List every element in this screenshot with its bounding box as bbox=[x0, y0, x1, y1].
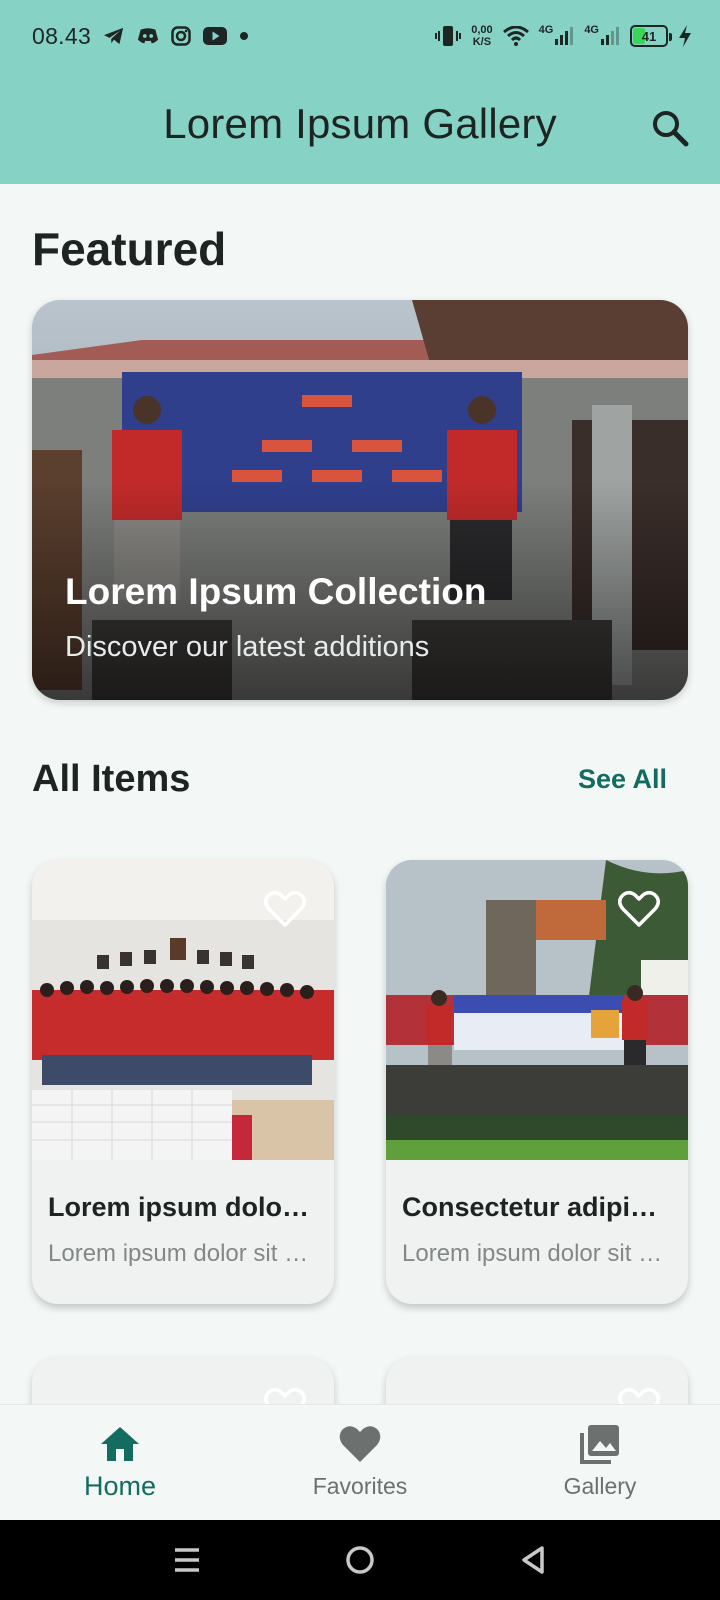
item-title: Consectetur adipiscing elit bbox=[402, 1192, 672, 1222]
nav-label-favorites: Favorites bbox=[312, 1473, 408, 1499]
wifi-icon bbox=[502, 26, 529, 46]
net-speed-unit: K/S bbox=[472, 36, 492, 48]
status-bar: 08.43 0,00 K/S 4G 4G 41 bbox=[0, 0, 720, 72]
youtube-icon bbox=[203, 27, 228, 45]
home-icon bbox=[100, 1423, 140, 1465]
featured-card-title: Lorem Ipsum Collection bbox=[65, 571, 487, 612]
home-button[interactable] bbox=[336, 1536, 384, 1584]
signal-icon bbox=[555, 27, 574, 45]
app-bar: 08.43 0,00 K/S 4G 4G 41 Lorem Ipsum Gall… bbox=[0, 0, 720, 184]
back-button[interactable] bbox=[509, 1536, 557, 1584]
nav-item-home[interactable]: Home bbox=[0, 1405, 240, 1520]
charging-icon bbox=[678, 25, 692, 47]
gallery-icon bbox=[579, 1423, 621, 1465]
item-title: Lorem ipsum dolor sit amet bbox=[48, 1192, 318, 1222]
nav-item-gallery[interactable]: Gallery bbox=[480, 1405, 720, 1520]
search-icon bbox=[653, 111, 689, 147]
item-card[interactable]: Lorem ipsum dolor sit amet Lorem ipsum d… bbox=[32, 860, 334, 1304]
nav-item-favorites[interactable]: Favorites bbox=[240, 1405, 480, 1520]
recents-button[interactable] bbox=[163, 1536, 211, 1584]
featured-card-subtitle: Discover our latest additions bbox=[65, 631, 430, 663]
sim2-label: 4G bbox=[584, 24, 599, 36]
search-button[interactable] bbox=[648, 106, 692, 150]
featured-card[interactable]: Lorem Ipsum Collection Discover our late… bbox=[32, 300, 688, 700]
net-speed: 0,00 K/S bbox=[471, 24, 492, 48]
item-description: Lorem ipsum dolor sit amet, consectetur bbox=[48, 1240, 318, 1267]
bottom-navigation: Home Favorites Gallery bbox=[0, 1404, 720, 1520]
system-navigation-bar bbox=[0, 1520, 720, 1600]
vibrate-icon bbox=[435, 25, 462, 47]
item-card[interactable]: Consectetur adipiscing elit Lorem ipsum … bbox=[386, 860, 688, 1304]
featured-section-title: Featured bbox=[32, 223, 227, 275]
net-speed-value: 0,00 bbox=[471, 24, 493, 36]
telegram-icon bbox=[103, 26, 125, 46]
notification-dot-icon bbox=[239, 31, 249, 41]
nav-label-gallery: Gallery bbox=[563, 1473, 637, 1499]
heart-icon bbox=[339, 1423, 381, 1465]
signal-icon bbox=[601, 27, 619, 45]
heart-outline-icon[interactable] bbox=[618, 890, 660, 928]
instagram-icon bbox=[171, 26, 191, 46]
status-time: 08.43 bbox=[32, 22, 92, 49]
battery-level: 41 bbox=[641, 28, 657, 44]
signal-sim2: 4G bbox=[584, 24, 620, 46]
item-description: Lorem ipsum dolor sit amet, consectetur bbox=[402, 1240, 672, 1267]
back-icon bbox=[522, 1546, 545, 1574]
home-circle-icon bbox=[346, 1546, 374, 1574]
sim1-label: 4G bbox=[538, 24, 554, 36]
see-all-button[interactable]: See All bbox=[578, 764, 667, 795]
all-items-section-title: All Items bbox=[32, 758, 191, 800]
heart-outline-icon[interactable] bbox=[264, 890, 306, 928]
signal-sim1: 4G bbox=[538, 24, 575, 46]
page-title: Lorem Ipsum Gallery bbox=[163, 100, 557, 147]
recents-icon bbox=[174, 1548, 199, 1572]
battery-icon: 41 bbox=[630, 25, 672, 47]
discord-icon bbox=[137, 27, 159, 45]
nav-label-home: Home bbox=[83, 1471, 157, 1501]
